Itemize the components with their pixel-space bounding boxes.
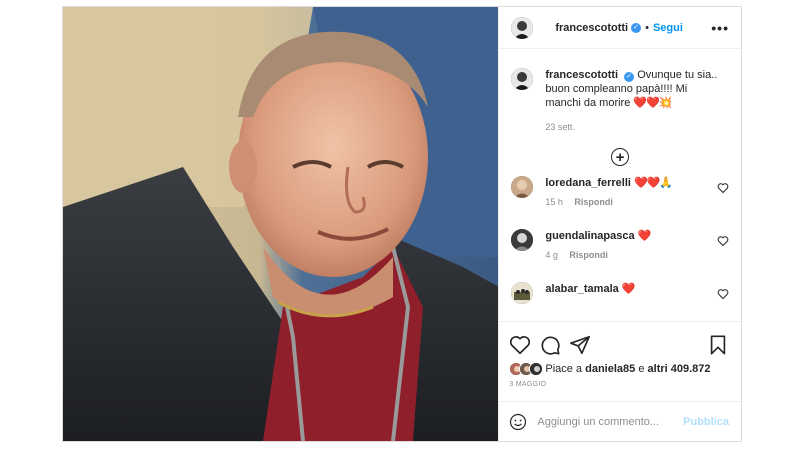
commenter-username[interactable]: alabar_tamala [545, 283, 618, 295]
load-more-comments-button[interactable]: + [511, 148, 729, 166]
likes-count[interactable]: altri 409.872 [648, 363, 711, 375]
author-avatar[interactable] [511, 16, 534, 39]
reply-button[interactable]: Rispondi [569, 250, 608, 260]
caption-body: francescototti ✓ Ovunque tu sia.. buon c… [545, 68, 720, 134]
comment-icon[interactable] [539, 334, 561, 356]
comment-input[interactable] [537, 415, 684, 428]
post-photo[interactable] [63, 7, 499, 441]
comment-row: alabar_tamala ❤️ [511, 282, 729, 321]
comment-emoji: ❤️ [621, 283, 636, 295]
post-caption: francescototti ✓ Ovunque tu sia.. buon c… [511, 68, 729, 134]
likes-conjunction: e [638, 363, 645, 375]
comment-body: guendalinapasca ❤️ 4 g Rispondi [545, 229, 705, 282]
plus-circle-icon: + [611, 148, 630, 166]
comment-age: 15 h [545, 197, 563, 207]
verified-icon: ✓ [624, 72, 635, 82]
comment-like-heart-icon[interactable] [717, 182, 729, 194]
likes-summary: Piace a daniela85 e altri 409.872 [499, 358, 741, 376]
liker-avatar[interactable] [529, 362, 544, 376]
caption-username[interactable]: francescototti [545, 69, 618, 81]
author-username[interactable]: francescototti [555, 22, 628, 34]
post-actions: Piace a daniela85 e altri 409.872 3 MAGG… [499, 321, 741, 441]
post-date[interactable]: 3 MAGGIO [499, 376, 741, 388]
comments-list[interactable]: francescototti ✓ Ovunque tu sia.. buon c… [499, 50, 741, 321]
comment-emoji: ❤️ [637, 230, 652, 242]
commenter-avatar[interactable] [511, 229, 534, 251]
publish-button[interactable]: Pubblica [683, 416, 729, 428]
instagram-post: francescototti ✓ • Segui ••• francescoto… [62, 6, 742, 442]
action-icons-row [499, 322, 741, 358]
add-comment-bar: Pubblica [499, 401, 741, 441]
follow-button[interactable]: Segui [653, 22, 683, 34]
comment-like-heart-icon[interactable] [717, 235, 729, 247]
caption-emoji: ❤️❤️💥 [633, 97, 672, 109]
first-liker[interactable]: daniela85 [585, 363, 635, 375]
header-separator: • [645, 21, 649, 34]
caption-author-avatar[interactable] [511, 68, 534, 90]
commenter-avatar[interactable] [511, 282, 534, 304]
commenter-avatar[interactable] [511, 176, 534, 198]
man-portrait-image [63, 7, 499, 441]
post-header: francescototti ✓ • Segui ••• [499, 7, 741, 49]
more-icon[interactable]: ••• [711, 20, 729, 36]
emoji-icon[interactable] [509, 413, 527, 431]
comment-age: 4 g [545, 250, 558, 260]
share-icon[interactable] [569, 334, 591, 356]
reply-button[interactable]: Rispondi [574, 197, 613, 207]
post-side-panel: francescototti ✓ • Segui ••• francescoto… [498, 7, 741, 441]
bookmark-icon[interactable] [707, 334, 729, 356]
heart-icon[interactable] [509, 334, 531, 356]
comment-body: loredana_ferrelli ❤️❤️🙏 15 h Rispondi [545, 176, 705, 229]
comment-body: alabar_tamala ❤️ [545, 282, 705, 321]
comment-like-heart-icon[interactable] [717, 288, 729, 300]
comment-row: guendalinapasca ❤️ 4 g Rispondi [511, 229, 729, 282]
comment-row: loredana_ferrelli ❤️❤️🙏 15 h Rispondi [511, 176, 729, 229]
commenter-username[interactable]: loredana_ferrelli [545, 177, 631, 189]
liker-avatars [509, 362, 544, 376]
likes-prefix: Piace a [545, 363, 583, 375]
comment-emoji: ❤️❤️🙏 [634, 177, 673, 189]
commenter-username[interactable]: guendalinapasca [545, 230, 634, 242]
verified-icon: ✓ [631, 22, 642, 33]
caption-date: 23 sett. [545, 122, 575, 132]
